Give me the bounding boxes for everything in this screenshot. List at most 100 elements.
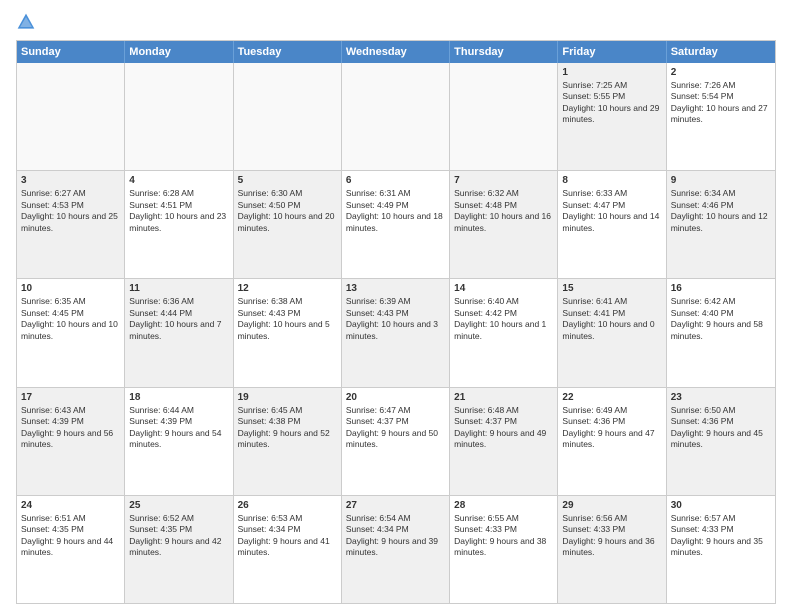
day-number: 2 — [671, 66, 771, 79]
day-info: Sunrise: 6:47 AM Sunset: 4:37 PM Dayligh… — [346, 405, 445, 451]
day-cell-9: 9Sunrise: 6:34 AM Sunset: 4:46 PM Daylig… — [667, 171, 775, 278]
logo-icon — [16, 12, 36, 32]
day-number: 1 — [562, 66, 661, 79]
day-info: Sunrise: 6:49 AM Sunset: 4:36 PM Dayligh… — [562, 405, 661, 451]
day-info: Sunrise: 6:51 AM Sunset: 4:35 PM Dayligh… — [21, 513, 120, 559]
calendar-row-1: 3Sunrise: 6:27 AM Sunset: 4:53 PM Daylig… — [17, 171, 775, 279]
day-info: Sunrise: 6:28 AM Sunset: 4:51 PM Dayligh… — [129, 188, 228, 234]
day-info: Sunrise: 6:50 AM Sunset: 4:36 PM Dayligh… — [671, 405, 771, 451]
day-cell-5: 5Sunrise: 6:30 AM Sunset: 4:50 PM Daylig… — [234, 171, 342, 278]
day-cell-3: 3Sunrise: 6:27 AM Sunset: 4:53 PM Daylig… — [17, 171, 125, 278]
day-header-tuesday: Tuesday — [234, 41, 342, 63]
day-cell-24: 24Sunrise: 6:51 AM Sunset: 4:35 PM Dayli… — [17, 496, 125, 603]
day-info: Sunrise: 6:44 AM Sunset: 4:39 PM Dayligh… — [129, 405, 228, 451]
day-number: 9 — [671, 174, 771, 187]
day-info: Sunrise: 6:55 AM Sunset: 4:33 PM Dayligh… — [454, 513, 553, 559]
day-cell-26: 26Sunrise: 6:53 AM Sunset: 4:34 PM Dayli… — [234, 496, 342, 603]
calendar-row-0: 1Sunrise: 7:25 AM Sunset: 5:55 PM Daylig… — [17, 63, 775, 171]
day-cell-18: 18Sunrise: 6:44 AM Sunset: 4:39 PM Dayli… — [125, 388, 233, 495]
day-info: Sunrise: 6:31 AM Sunset: 4:49 PM Dayligh… — [346, 188, 445, 234]
empty-cell-0-2 — [234, 63, 342, 170]
day-number: 28 — [454, 499, 553, 512]
day-number: 17 — [21, 391, 120, 404]
day-info: Sunrise: 6:42 AM Sunset: 4:40 PM Dayligh… — [671, 296, 771, 342]
day-cell-14: 14Sunrise: 6:40 AM Sunset: 4:42 PM Dayli… — [450, 279, 558, 386]
day-cell-2: 2Sunrise: 7:26 AM Sunset: 5:54 PM Daylig… — [667, 63, 775, 170]
calendar-row-3: 17Sunrise: 6:43 AM Sunset: 4:39 PM Dayli… — [17, 388, 775, 496]
day-header-sunday: Sunday — [17, 41, 125, 63]
day-cell-7: 7Sunrise: 6:32 AM Sunset: 4:48 PM Daylig… — [450, 171, 558, 278]
day-cell-28: 28Sunrise: 6:55 AM Sunset: 4:33 PM Dayli… — [450, 496, 558, 603]
day-info: Sunrise: 6:39 AM Sunset: 4:43 PM Dayligh… — [346, 296, 445, 342]
day-info: Sunrise: 6:27 AM Sunset: 4:53 PM Dayligh… — [21, 188, 120, 234]
day-info: Sunrise: 6:52 AM Sunset: 4:35 PM Dayligh… — [129, 513, 228, 559]
empty-cell-0-3 — [342, 63, 450, 170]
day-number: 7 — [454, 174, 553, 187]
calendar-header: SundayMondayTuesdayWednesdayThursdayFrid… — [17, 41, 775, 63]
day-number: 4 — [129, 174, 228, 187]
day-info: Sunrise: 6:33 AM Sunset: 4:47 PM Dayligh… — [562, 188, 661, 234]
day-number: 15 — [562, 282, 661, 295]
day-cell-29: 29Sunrise: 6:56 AM Sunset: 4:33 PM Dayli… — [558, 496, 666, 603]
day-number: 24 — [21, 499, 120, 512]
day-cell-21: 21Sunrise: 6:48 AM Sunset: 4:37 PM Dayli… — [450, 388, 558, 495]
day-cell-10: 10Sunrise: 6:35 AM Sunset: 4:45 PM Dayli… — [17, 279, 125, 386]
calendar-body: 1Sunrise: 7:25 AM Sunset: 5:55 PM Daylig… — [17, 63, 775, 603]
day-cell-22: 22Sunrise: 6:49 AM Sunset: 4:36 PM Dayli… — [558, 388, 666, 495]
logo — [16, 12, 44, 32]
day-cell-19: 19Sunrise: 6:45 AM Sunset: 4:38 PM Dayli… — [234, 388, 342, 495]
header — [16, 12, 776, 32]
empty-cell-0-1 — [125, 63, 233, 170]
day-cell-8: 8Sunrise: 6:33 AM Sunset: 4:47 PM Daylig… — [558, 171, 666, 278]
day-number: 21 — [454, 391, 553, 404]
day-number: 13 — [346, 282, 445, 295]
day-number: 27 — [346, 499, 445, 512]
day-number: 3 — [21, 174, 120, 187]
day-cell-6: 6Sunrise: 6:31 AM Sunset: 4:49 PM Daylig… — [342, 171, 450, 278]
day-cell-25: 25Sunrise: 6:52 AM Sunset: 4:35 PM Dayli… — [125, 496, 233, 603]
day-header-monday: Monday — [125, 41, 233, 63]
day-number: 22 — [562, 391, 661, 404]
day-cell-17: 17Sunrise: 6:43 AM Sunset: 4:39 PM Dayli… — [17, 388, 125, 495]
day-header-wednesday: Wednesday — [342, 41, 450, 63]
day-number: 23 — [671, 391, 771, 404]
day-number: 14 — [454, 282, 553, 295]
day-number: 8 — [562, 174, 661, 187]
day-info: Sunrise: 6:41 AM Sunset: 4:41 PM Dayligh… — [562, 296, 661, 342]
day-info: Sunrise: 6:56 AM Sunset: 4:33 PM Dayligh… — [562, 513, 661, 559]
day-number: 19 — [238, 391, 337, 404]
empty-cell-0-0 — [17, 63, 125, 170]
day-info: Sunrise: 7:25 AM Sunset: 5:55 PM Dayligh… — [562, 80, 661, 126]
day-info: Sunrise: 6:45 AM Sunset: 4:38 PM Dayligh… — [238, 405, 337, 451]
day-info: Sunrise: 6:48 AM Sunset: 4:37 PM Dayligh… — [454, 405, 553, 451]
day-header-friday: Friday — [558, 41, 666, 63]
day-cell-15: 15Sunrise: 6:41 AM Sunset: 4:41 PM Dayli… — [558, 279, 666, 386]
day-info: Sunrise: 6:35 AM Sunset: 4:45 PM Dayligh… — [21, 296, 120, 342]
day-number: 20 — [346, 391, 445, 404]
page: SundayMondayTuesdayWednesdayThursdayFrid… — [0, 0, 792, 612]
day-cell-30: 30Sunrise: 6:57 AM Sunset: 4:33 PM Dayli… — [667, 496, 775, 603]
calendar-row-2: 10Sunrise: 6:35 AM Sunset: 4:45 PM Dayli… — [17, 279, 775, 387]
day-number: 12 — [238, 282, 337, 295]
day-number: 25 — [129, 499, 228, 512]
day-number: 16 — [671, 282, 771, 295]
day-number: 5 — [238, 174, 337, 187]
day-cell-20: 20Sunrise: 6:47 AM Sunset: 4:37 PM Dayli… — [342, 388, 450, 495]
day-info: Sunrise: 6:34 AM Sunset: 4:46 PM Dayligh… — [671, 188, 771, 234]
day-number: 30 — [671, 499, 771, 512]
day-number: 26 — [238, 499, 337, 512]
empty-cell-0-4 — [450, 63, 558, 170]
day-info: Sunrise: 6:57 AM Sunset: 4:33 PM Dayligh… — [671, 513, 771, 559]
day-number: 18 — [129, 391, 228, 404]
day-cell-13: 13Sunrise: 6:39 AM Sunset: 4:43 PM Dayli… — [342, 279, 450, 386]
day-cell-12: 12Sunrise: 6:38 AM Sunset: 4:43 PM Dayli… — [234, 279, 342, 386]
day-info: Sunrise: 6:53 AM Sunset: 4:34 PM Dayligh… — [238, 513, 337, 559]
day-number: 29 — [562, 499, 661, 512]
day-cell-1: 1Sunrise: 7:25 AM Sunset: 5:55 PM Daylig… — [558, 63, 666, 170]
day-info: Sunrise: 6:36 AM Sunset: 4:44 PM Dayligh… — [129, 296, 228, 342]
calendar-row-4: 24Sunrise: 6:51 AM Sunset: 4:35 PM Dayli… — [17, 496, 775, 603]
day-info: Sunrise: 6:30 AM Sunset: 4:50 PM Dayligh… — [238, 188, 337, 234]
day-number: 6 — [346, 174, 445, 187]
day-info: Sunrise: 6:54 AM Sunset: 4:34 PM Dayligh… — [346, 513, 445, 559]
day-info: Sunrise: 6:32 AM Sunset: 4:48 PM Dayligh… — [454, 188, 553, 234]
